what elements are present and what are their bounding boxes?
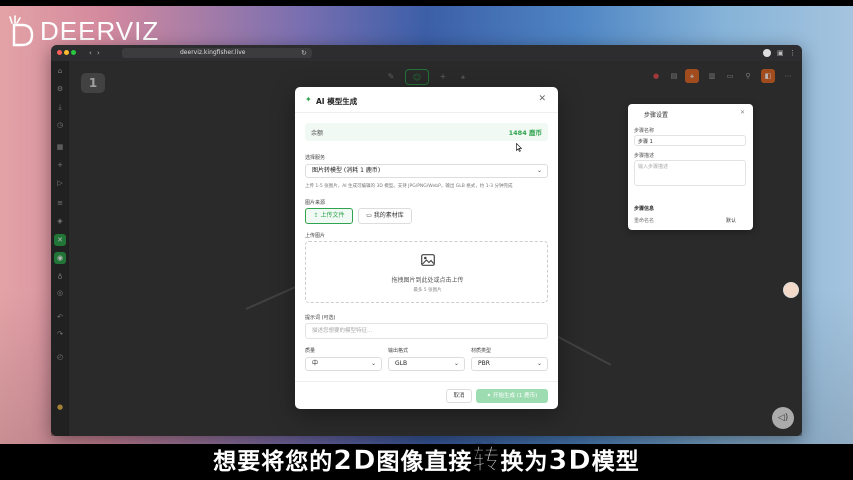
- subtitle-part-4: 模型: [591, 449, 640, 475]
- start-generate-button[interactable]: ✦ 开始生成 (1 鹿币): [476, 389, 548, 403]
- folder-icon: ▭: [366, 212, 374, 219]
- menu-dots-icon[interactable]: ⋮: [789, 48, 796, 58]
- image-source-label: 图片来源: [305, 200, 326, 206]
- quality-label: 质量: [305, 348, 316, 354]
- balance-row: 余额 1484 鹿币: [305, 123, 548, 141]
- chevron-down-icon: ⌄: [536, 167, 542, 174]
- cancel-button[interactable]: 取消: [446, 389, 472, 403]
- step-desc-label: 步骤描述: [634, 153, 655, 159]
- prompt-input[interactable]: 描述您想要的模型特征...: [305, 323, 548, 339]
- format-select[interactable]: GLB ⌄: [388, 357, 465, 371]
- reload-icon[interactable]: ↻: [301, 48, 307, 58]
- footer-divider: [295, 381, 558, 382]
- dropzone-subtext: 最多 5 张图片: [413, 288, 442, 293]
- chevron-down-icon: ⌄: [453, 360, 459, 367]
- close-icon[interactable]: ✕: [740, 109, 745, 116]
- letterbox-top: [0, 0, 853, 6]
- video-subtitle: 想要将您的2D图像直接转换为3D模型: [0, 438, 853, 477]
- chevron-down-icon: ⌄: [370, 360, 376, 367]
- balance-label: 余额: [311, 130, 324, 137]
- service-select[interactable]: 图片转模型 (消耗 1 鹿币) ⌄: [305, 164, 548, 178]
- step-settings-panel: 步骤设置 ✕ 步骤名称 步骤 1 步骤描述 输入步骤描述 步骤信息 重命名名 默…: [628, 104, 753, 230]
- upload-file-button[interactable]: ⇪ 上传文件: [305, 208, 353, 224]
- forward-icon[interactable]: ›: [97, 48, 100, 58]
- minimize-window-button[interactable]: [64, 50, 69, 55]
- deer-logo-icon: [9, 15, 34, 47]
- extensions-puzzle-icon[interactable]: ▣: [777, 48, 784, 58]
- quality-value: 中: [312, 360, 319, 367]
- sparkle-icon: ✦: [305, 95, 312, 104]
- upload-file-label: 上传文件: [320, 212, 345, 219]
- format-label: 输出格式: [388, 348, 409, 354]
- material-value: PBR: [478, 360, 490, 367]
- panel-title: 步骤设置: [644, 112, 669, 119]
- service-hint: 上传 1-5 张图片，AI 生成可编辑的 3D 模型。支持 JPG/PNG/We…: [305, 184, 513, 189]
- step-name-label: 步骤名称: [634, 128, 655, 134]
- ai-model-generation-dialog: ✦ AI 模型生成 ✕ 余额 1484 鹿币 选择服务 图片转模型 (消耗 1 …: [295, 87, 558, 409]
- start-generate-label: 开始生成 (1 鹿币): [493, 393, 538, 399]
- chevron-down-icon: ⌄: [536, 360, 542, 367]
- url-bar[interactable]: deerviz.kingfisher.live: [122, 48, 312, 58]
- service-label: 选择服务: [305, 155, 326, 161]
- format-value: GLB: [395, 360, 408, 367]
- step-name-input[interactable]: 步骤 1: [634, 135, 746, 146]
- mouse-cursor-icon: [516, 143, 522, 152]
- image-icon: [421, 254, 435, 266]
- header-divider: [295, 112, 558, 113]
- rename-label: 重命名名: [634, 218, 655, 224]
- back-icon[interactable]: ‹: [89, 48, 92, 58]
- balance-value: 1484 鹿币: [508, 129, 542, 137]
- step-info-heading: 步骤信息: [634, 206, 655, 212]
- subtitle-highlight-2: 转: [472, 445, 501, 477]
- user-avatar[interactable]: [783, 282, 799, 298]
- my-library-button[interactable]: ▭ 我的素材库: [358, 208, 412, 224]
- dropzone-text: 拖拽图片到此处或点击上传: [391, 277, 464, 284]
- material-label: 材质类型: [471, 348, 492, 354]
- deerviz-logo: DEERVIZ: [6, 14, 159, 48]
- quality-select[interactable]: 中 ⌄: [305, 357, 382, 371]
- close-window-button[interactable]: [57, 50, 62, 55]
- logo-text: DEERVIZ: [40, 15, 160, 46]
- prompt-label: 提示词 (可选): [305, 315, 336, 321]
- video-frame: DEERVIZ ‹ › deerviz.kingfisher.live ↻ ▣ …: [0, 0, 853, 480]
- browser-toolbar: ‹ › deerviz.kingfisher.live ↻ ▣ ⋮: [51, 45, 802, 61]
- upload-image-label: 上传图片: [305, 233, 326, 239]
- dialog-title: AI 模型生成: [316, 97, 358, 106]
- service-value: 图片转模型 (消耗 1 鹿币): [312, 167, 381, 174]
- subtitle-highlight-1: 2D: [333, 445, 377, 477]
- my-library-label: 我的素材库: [373, 212, 404, 219]
- extension-icon[interactable]: [763, 49, 771, 57]
- maximize-window-button[interactable]: [71, 50, 76, 55]
- material-select[interactable]: PBR ⌄: [471, 357, 548, 371]
- default-button[interactable]: 默认: [726, 217, 736, 224]
- close-icon[interactable]: ✕: [538, 94, 546, 104]
- subtitle-part-1: 想要将您的: [213, 449, 334, 475]
- subtitle-part-2: 图像直接: [376, 449, 473, 475]
- step-desc-input[interactable]: 输入步骤描述: [634, 160, 746, 186]
- subtitle-part-3: 换为: [500, 449, 549, 475]
- image-dropzone[interactable]: 拖拽图片到此处或点击上传 最多 5 张图片: [305, 241, 548, 303]
- subtitle-highlight-3: 3D: [548, 445, 592, 477]
